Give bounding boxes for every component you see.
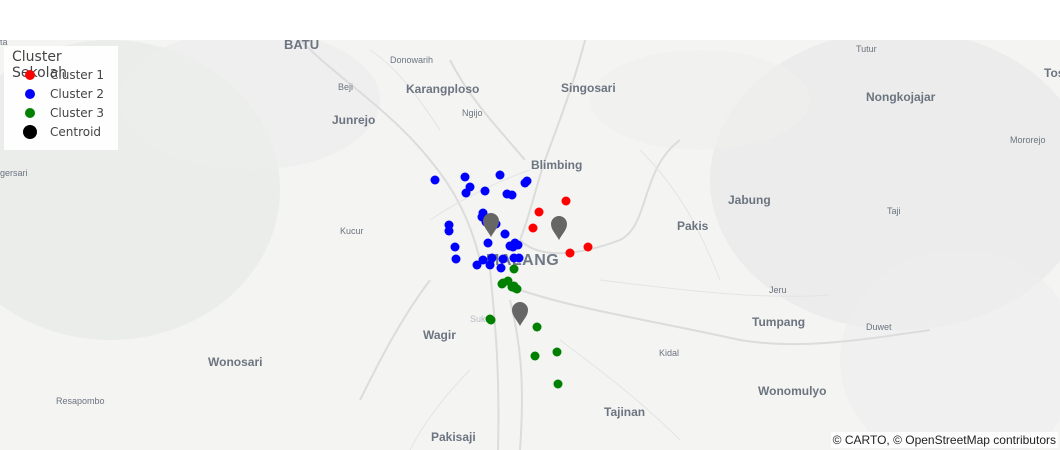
centroid-map-pin-icon[interactable] [512, 302, 528, 326]
school-point-cluster-2[interactable] [451, 254, 461, 264]
school-point-cluster-1[interactable] [583, 242, 593, 252]
school-point-cluster-2[interactable] [450, 242, 460, 252]
legend-item-centroid[interactable]: Centroid [4, 123, 118, 141]
legend-item-cluster-1[interactable]: Cluster 1 [4, 66, 118, 84]
legend-swatch [25, 89, 35, 99]
school-point-cluster-2[interactable] [508, 242, 518, 252]
school-point-cluster-2[interactable] [480, 186, 490, 196]
school-point-cluster-3[interactable] [553, 379, 563, 389]
school-point-cluster-2[interactable] [485, 260, 495, 270]
school-point-cluster-2[interactable] [461, 188, 471, 198]
school-point-cluster-3[interactable] [509, 264, 519, 274]
school-point-cluster-3[interactable] [532, 322, 542, 332]
legend-label: Cluster 3 [50, 106, 105, 120]
school-point-cluster-2[interactable] [507, 190, 517, 200]
school-point-cluster-2[interactable] [430, 175, 440, 185]
school-point-cluster-2[interactable] [498, 254, 508, 264]
school-point-cluster-3[interactable] [510, 283, 520, 293]
school-point-cluster-1[interactable] [561, 196, 571, 206]
legend-item-cluster-3[interactable]: Cluster 3 [4, 104, 118, 122]
school-point-cluster-3[interactable] [552, 347, 562, 357]
map-attribution[interactable]: © CARTO, © OpenStreetMap contributors [830, 432, 1058, 448]
school-point-cluster-3[interactable] [497, 279, 507, 289]
legend-swatch [25, 70, 35, 80]
school-point-cluster-2[interactable] [500, 229, 510, 239]
school-point-cluster-3[interactable] [530, 351, 540, 361]
legend-label: Centroid [50, 125, 102, 139]
legend-swatch [23, 125, 37, 139]
school-point-cluster-2[interactable] [483, 238, 493, 248]
school-point-cluster-1[interactable] [534, 207, 544, 217]
school-point-cluster-2[interactable] [509, 253, 519, 263]
legend[interactable]: Cluster Sekolah Cluster 1 Cluster 2 Clus… [4, 46, 118, 150]
legend-swatch [25, 108, 35, 118]
legend-label: Cluster 2 [50, 87, 105, 101]
school-point-cluster-2[interactable] [495, 170, 505, 180]
map-figure: BATU Donowarih Tutur Tos Beji Karangplos… [0, 0, 1060, 450]
school-point-cluster-1[interactable] [565, 248, 575, 258]
school-point-cluster-3[interactable] [485, 314, 495, 324]
school-point-cluster-2[interactable] [522, 176, 532, 186]
school-point-cluster-2[interactable] [444, 226, 454, 236]
legend-item-cluster-2[interactable]: Cluster 2 [4, 85, 118, 103]
marker-layer [430, 170, 593, 389]
centroid-map-pin-icon[interactable] [483, 213, 499, 237]
school-point-cluster-1[interactable] [528, 223, 538, 233]
legend-label: Cluster 1 [50, 68, 105, 82]
centroid-map-pin-icon[interactable] [551, 216, 567, 240]
school-point-cluster-2[interactable] [496, 263, 506, 273]
school-point-cluster-2[interactable] [460, 172, 470, 182]
basemap[interactable]: BATU Donowarih Tutur Tos Beji Karangplos… [0, 40, 1060, 450]
